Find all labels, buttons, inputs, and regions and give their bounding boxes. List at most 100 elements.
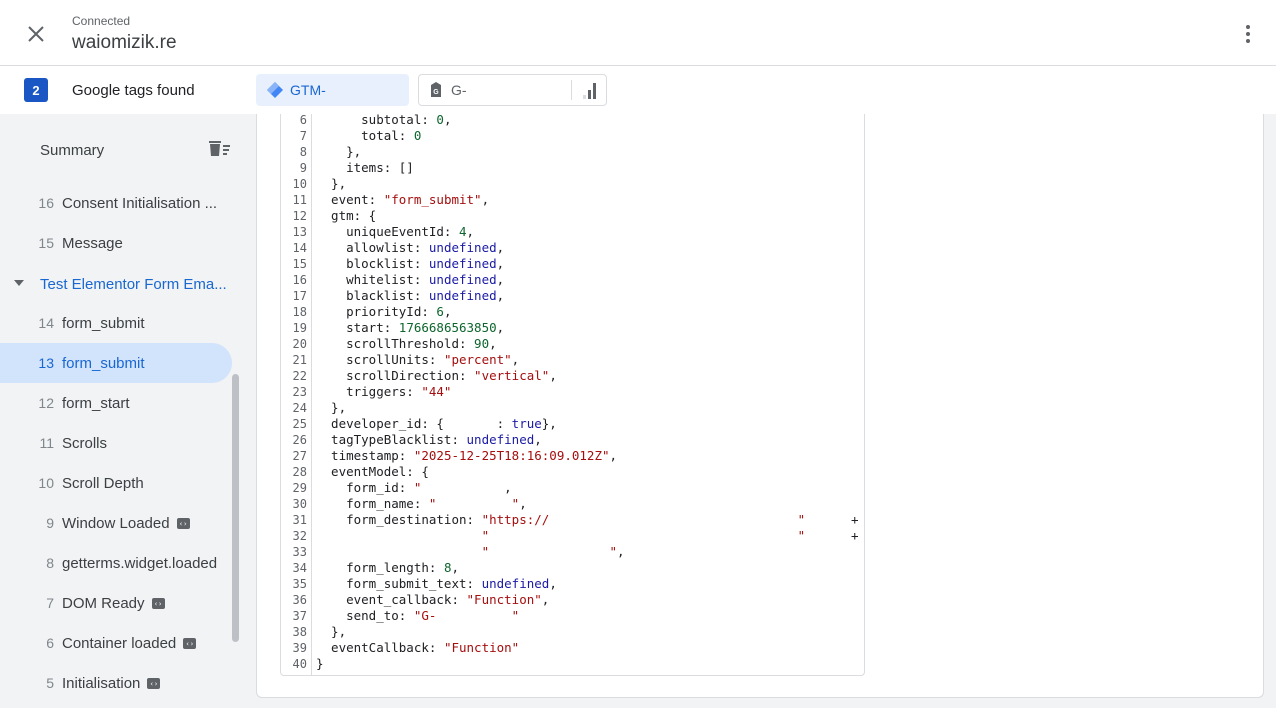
code-line: tagTypeBlacklist: undefined, — [316, 432, 542, 447]
event-number: 6 — [46, 635, 54, 651]
line-number: 20 — [292, 337, 307, 351]
svg-text:G: G — [433, 89, 439, 96]
event-label: Consent Initialisation ... — [62, 194, 218, 212]
code-line: scrollUnits: "percent", — [316, 352, 520, 367]
event-number: 7 — [46, 595, 54, 611]
code-line: form_name: " ", — [316, 496, 527, 511]
event-item[interactable]: 8 getterms.widget.loaded — [0, 543, 232, 583]
code-line: eventModel: { — [316, 464, 429, 479]
line-number: 15 — [292, 257, 307, 271]
event-label: DOM Ready ‹› — [62, 595, 165, 612]
event-group-header[interactable]: Test Elementor Form Ema... — [0, 264, 244, 304]
code-line: subtotal: 0, — [316, 114, 452, 127]
clear-messages-button[interactable] — [208, 140, 232, 160]
code-line: " ", — [481, 544, 625, 559]
code-line: event_callback: "Function", — [316, 592, 550, 607]
code-line: whitelist: undefined, — [316, 272, 505, 287]
event-item[interactable]: 6 Container loaded ‹› — [0, 623, 232, 663]
event-label: Initialisation ‹› — [62, 674, 161, 692]
code-line: form_id: " , — [316, 480, 512, 495]
line-number: 8 — [299, 145, 307, 159]
event-item[interactable]: 10 Scroll Depth — [0, 463, 232, 503]
code-line: form_length: 8, — [316, 560, 459, 575]
code-line: developer_id: { : true}, — [316, 416, 557, 431]
line-number: 32 — [292, 529, 307, 543]
summary-item[interactable]: Summary — [0, 130, 244, 170]
caret-down-icon — [14, 280, 24, 286]
gtm-tag-chip[interactable]: GTM- — [256, 74, 409, 106]
event-label: Message — [62, 234, 123, 252]
close-icon — [28, 26, 44, 42]
line-number: 21 — [292, 353, 307, 367]
more-vert-icon — [1246, 25, 1250, 43]
event-item[interactable]: 15 Message — [0, 223, 232, 263]
gtm-diamond-icon — [267, 82, 283, 98]
event-label-text: Window Loaded — [62, 514, 170, 532]
event-item[interactable]: 5 Initialisation ‹› — [0, 663, 232, 703]
gtm-tag-id: GTM- — [290, 82, 326, 98]
connected-domain: waiomizik.re — [72, 32, 177, 53]
line-number: 19 — [292, 321, 307, 335]
line-number: 33 — [292, 545, 307, 559]
event-item-selected[interactable]: 13 form_submit — [0, 343, 232, 383]
code-line: uniqueEventId: 4, — [316, 224, 475, 239]
line-number: 37 — [292, 609, 307, 623]
more-options-button[interactable] — [1236, 20, 1260, 48]
sidebar-scrollbar[interactable] — [232, 374, 239, 642]
code-line: form_destination: "https:// " — [316, 512, 806, 527]
event-label: form_submit — [62, 314, 145, 332]
line-continuation-plus: + — [851, 528, 859, 543]
code-badge-icon: ‹› — [151, 598, 165, 610]
event-item[interactable]: 9 Window Loaded ‹› — [0, 503, 232, 543]
code-line: allowlist: undefined, — [316, 240, 505, 255]
code-line: form_submit_text: undefined, — [316, 576, 557, 591]
line-number: 40 — [292, 657, 307, 671]
event-number: 14 — [38, 315, 54, 331]
event-label: form_submit — [62, 354, 145, 372]
event-label: Container loaded ‹› — [62, 635, 197, 652]
code-line: eventCallback: "Function" — [316, 640, 520, 655]
event-item[interactable]: 14 form_submit — [0, 303, 232, 343]
data-layer-card: 6 7 8 9 10 11 12 13 14 15 16 17 18 19 20 21 22 23 24 25 26 27… — [256, 114, 1264, 698]
event-sidebar: Summary 16 Consent Initialisation ... 15… — [0, 114, 244, 708]
event-item[interactable]: 7 DOM Ready ‹› — [0, 583, 232, 623]
code-line: triggers: "44" — [316, 384, 452, 399]
delete-sweep-icon — [209, 141, 230, 156]
line-number: 27 — [292, 449, 307, 463]
code-line: start: 1766686563850, — [316, 320, 505, 335]
line-number: 14 — [292, 241, 307, 255]
ga4-tag-chip[interactable]: G G- — [418, 74, 607, 106]
event-label: form_start — [62, 394, 130, 412]
line-number: 10 — [292, 177, 307, 191]
line-number: 6 — [299, 114, 307, 127]
close-button[interactable] — [22, 20, 50, 48]
code-badge-icon: ‹› — [176, 518, 190, 530]
code-line: } — [316, 656, 324, 671]
analytics-bars-icon — [583, 83, 596, 99]
event-item[interactable]: 11 Scrolls — [0, 423, 232, 463]
line-number: 35 — [292, 577, 307, 591]
line-number: 23 — [292, 385, 307, 399]
event-item[interactable]: 16 Consent Initialisation ... — [0, 183, 232, 223]
line-number: 26 — [292, 433, 307, 447]
event-item[interactable]: 12 form_start — [0, 383, 232, 423]
code-line: " " — [481, 528, 806, 543]
line-number: 34 — [292, 561, 307, 575]
code-line: }, — [316, 144, 362, 159]
line-number: 24 — [292, 401, 307, 415]
event-number: 12 — [38, 395, 54, 411]
event-label-text: Initialisation — [62, 674, 141, 692]
line-number: 30 — [292, 497, 307, 511]
top-bar: Connected waiomizik.re — [0, 0, 1276, 66]
event-label: Scrolls — [62, 434, 108, 452]
event-number: 11 — [39, 435, 54, 451]
event-number: 16 — [38, 195, 54, 211]
event-number: 13 — [38, 355, 54, 371]
event-label: Window Loaded ‹› — [62, 515, 190, 532]
line-number: 25 — [292, 417, 307, 431]
code-line: scrollDirection: "vertical", — [316, 368, 557, 383]
tags-bar: 2 Google tags found GTM- G G- — [0, 66, 1276, 114]
line-number: 9 — [299, 161, 307, 175]
line-number: 36 — [292, 593, 307, 607]
code-badge-icon: ‹› — [183, 638, 197, 650]
